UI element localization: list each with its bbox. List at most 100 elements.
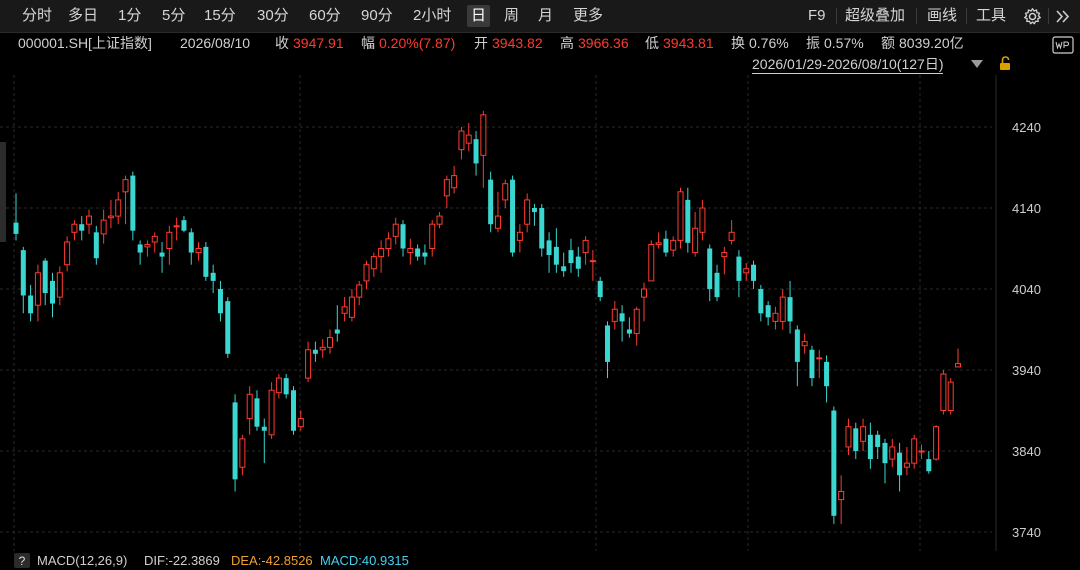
candle-body (93, 232, 99, 259)
candle-body (516, 231, 523, 241)
open-label: 开 (474, 35, 488, 51)
period-tab[interactable]: 2小时 (409, 5, 455, 27)
candle-body (889, 446, 896, 460)
candle-body (451, 175, 458, 189)
indicator-help-button[interactable]: ? (14, 553, 30, 568)
candle-body (107, 215, 114, 219)
candle-body (714, 272, 720, 298)
candle-body (903, 462, 910, 468)
y-axis-tick-label: 4040 (1012, 282, 1041, 297)
candle-body (79, 224, 85, 231)
candle-body (604, 325, 610, 362)
candle-body (619, 313, 625, 322)
settings-gear-icon[interactable] (1023, 7, 1042, 26)
candle-body (100, 219, 107, 235)
candle-body (166, 231, 173, 250)
draw-line-button[interactable]: 画线 (927, 5, 957, 27)
period-toolbar: 分时 多日 1分 5分 15分 30分 60分 90分 2小时日周月更多 F9 超级叠加 画线 … (0, 0, 1080, 33)
candle-body (787, 297, 793, 322)
candle-body (443, 179, 450, 197)
toolbar-divider (966, 8, 967, 24)
candle-body (531, 208, 537, 213)
candle-body (327, 337, 333, 348)
candle-body (188, 232, 194, 253)
candle-body (275, 377, 282, 394)
candle-body (502, 183, 509, 201)
tools-button[interactable]: 工具 (976, 5, 1006, 27)
candle-body (341, 306, 348, 314)
date-range-selector[interactable]: 2026/01/29-2026/08/10(127日) (752, 55, 944, 74)
period-tab[interactable]: 周 (500, 5, 523, 27)
candle-body (816, 357, 823, 360)
amplitude-label: 振 (806, 35, 820, 51)
candle-body (641, 288, 647, 298)
candle-body (122, 179, 129, 193)
period-tab[interactable]: 日 (467, 5, 491, 27)
candle-body (510, 179, 516, 253)
candle-body (151, 235, 158, 243)
super-overlay-button[interactable]: 超级叠加 (845, 5, 905, 27)
period-tab[interactable]: 30分 (253, 5, 293, 27)
candle-body (86, 215, 93, 225)
unlock-icon[interactable] (997, 55, 1013, 71)
candle-body (415, 248, 421, 257)
candle-body (203, 246, 209, 277)
candle-body (882, 442, 888, 464)
candle-body (225, 301, 231, 354)
wp-badge-icon[interactable] (1052, 36, 1074, 54)
macd-name[interactable]: MACD(12,26,9) (37, 553, 127, 569)
candle-body (488, 179, 494, 225)
candle-body (699, 207, 706, 233)
period-tab[interactable]: 分时 (18, 5, 56, 27)
candle-body (831, 410, 837, 516)
candle-body (875, 434, 881, 447)
period-tab[interactable]: 15分 (200, 5, 240, 27)
candle-body (743, 268, 750, 274)
range-dropdown-icon[interactable] (970, 59, 984, 69)
period-tab[interactable]: 5分 (158, 5, 189, 27)
candle-body (64, 241, 71, 266)
candle-body (232, 402, 238, 480)
macd-dea: DEA:-42.8526 (231, 553, 313, 568)
candle-body (71, 223, 78, 233)
candle-body (429, 223, 436, 249)
candle-body (670, 239, 677, 251)
candle-body (575, 256, 581, 269)
change-value: 0.20%(7.87) (379, 35, 456, 51)
candle-body (181, 220, 187, 231)
period-tab[interactable]: 更多 (569, 5, 607, 27)
candle-body (356, 284, 363, 298)
candle-body (290, 390, 296, 431)
period-tab[interactable]: 60分 (305, 5, 345, 27)
y-axis-tick-label: 3940 (1012, 363, 1041, 378)
candle-body (334, 329, 340, 334)
candle-body (407, 248, 414, 254)
candlestick-chart[interactable]: 4240 4140 4040 3940 3840 3740 (0, 75, 1080, 551)
expand-chevron-icon[interactable] (1055, 9, 1071, 24)
candle-body (305, 349, 312, 379)
candle-body (312, 349, 318, 354)
candle-body (758, 289, 764, 314)
candle-body (458, 130, 465, 151)
candle-body (473, 139, 479, 164)
period-tab[interactable]: 1分 (114, 5, 145, 27)
candle-body (582, 239, 589, 254)
period-tab[interactable]: 月 (534, 5, 557, 27)
candle-body (809, 349, 815, 379)
candle-body (926, 459, 932, 472)
candle-body (845, 426, 852, 448)
candle-body (553, 246, 559, 265)
f9-button[interactable]: F9 (808, 5, 826, 27)
change-label: 幅 (361, 35, 375, 51)
low-value: 3943.81 (663, 35, 714, 51)
candle-body (633, 308, 640, 335)
candle-body (677, 191, 684, 241)
period-tab[interactable]: 多日 (64, 5, 102, 27)
high-value: 3966.36 (578, 35, 629, 51)
high-label: 高 (560, 35, 574, 51)
candle-body (363, 264, 370, 282)
period-tab[interactable]: 90分 (357, 5, 397, 27)
candle-body (144, 243, 151, 248)
candle-body (838, 491, 845, 501)
candle-body (897, 452, 903, 476)
